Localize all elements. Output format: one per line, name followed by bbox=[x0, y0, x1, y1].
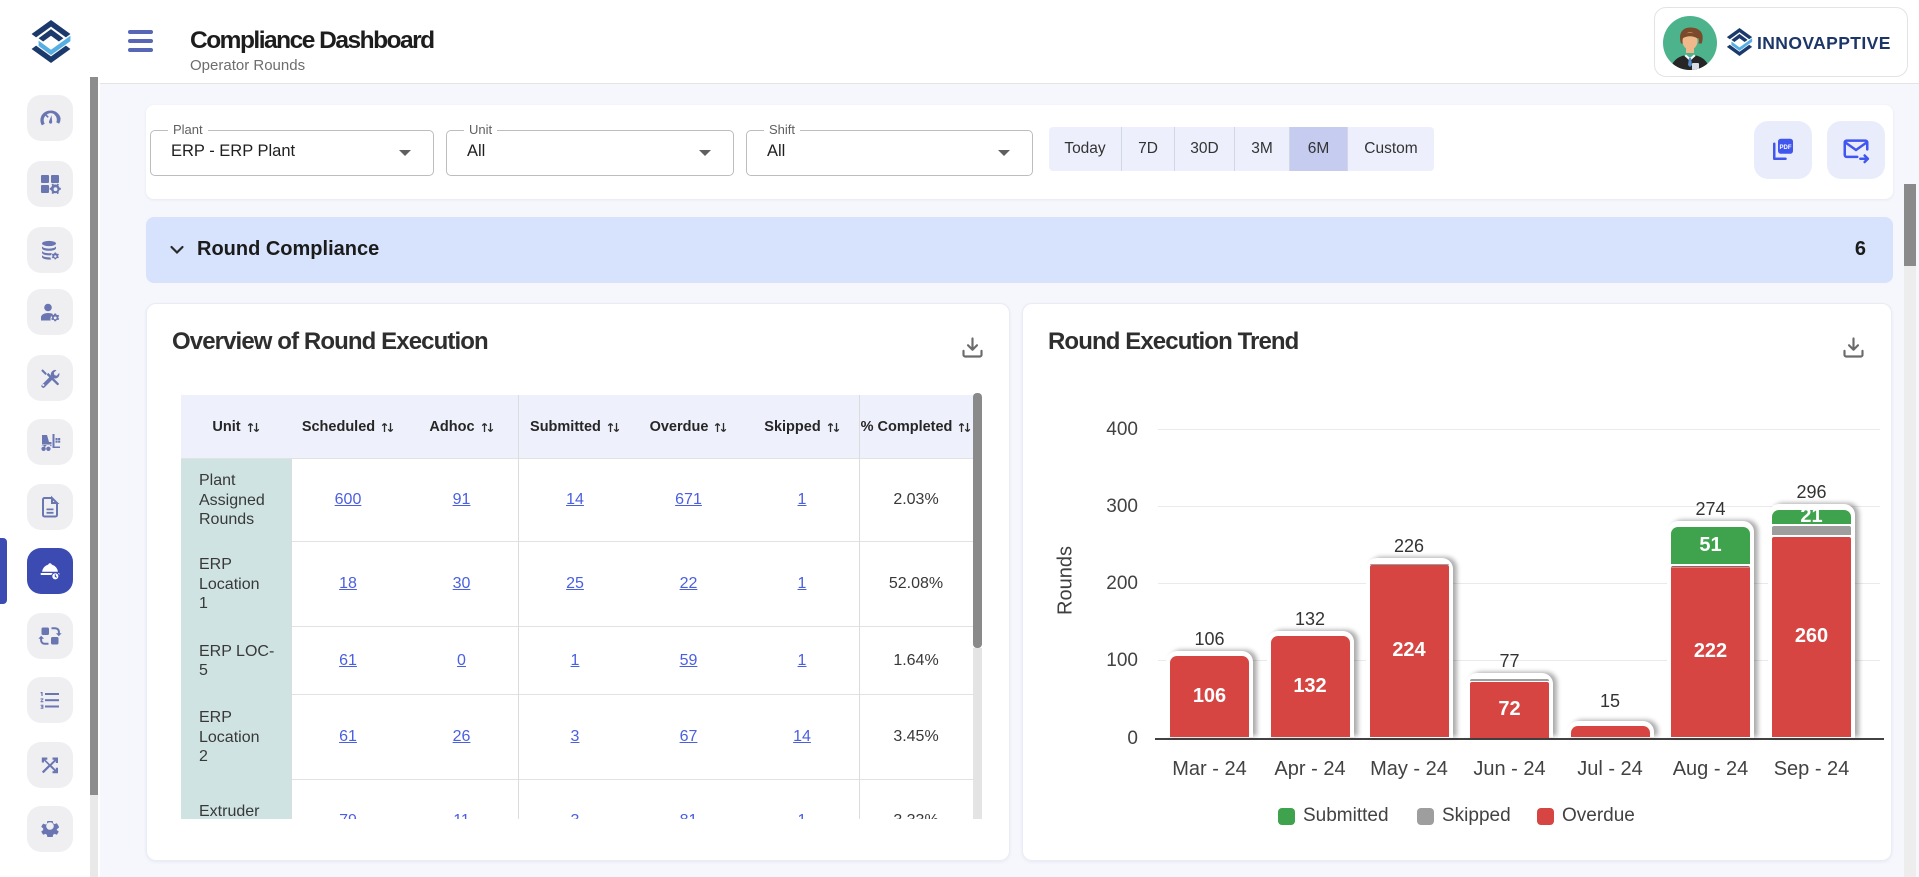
svg-text:PDF: PDF bbox=[1780, 145, 1792, 151]
